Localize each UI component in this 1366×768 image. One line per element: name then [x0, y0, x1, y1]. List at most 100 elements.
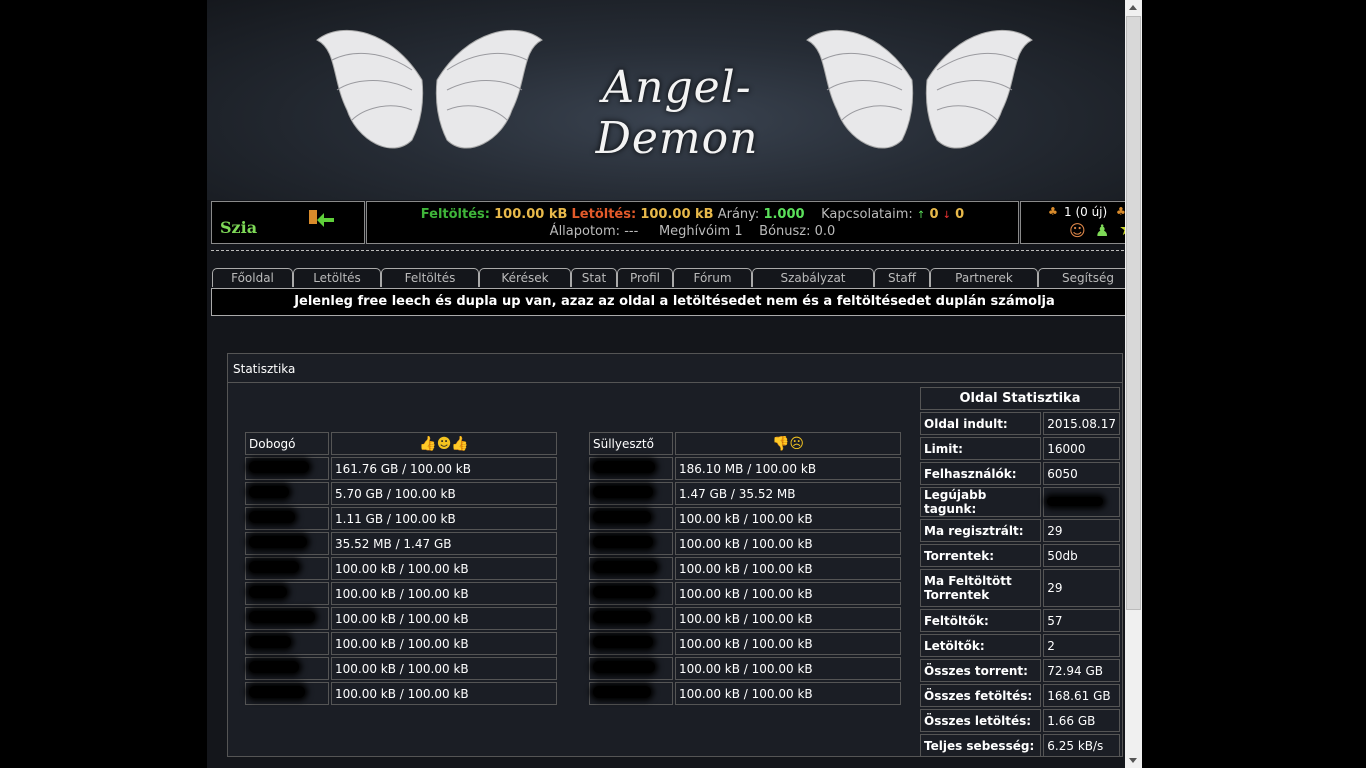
stat-label: Összes fetöltés:	[920, 684, 1042, 707]
ratio-value-cell: 100.00 kB / 100.00 kB	[331, 557, 557, 580]
redaction-mark	[249, 486, 289, 498]
inbox-icon[interactable]: ♣	[1048, 205, 1058, 218]
table-row: Legújabb tagunk:	[920, 487, 1120, 517]
username-redacted[interactable]	[589, 657, 673, 680]
username-redacted[interactable]	[245, 682, 329, 705]
site-stats-table: Oldal Statisztika Oldal indult: 2015.08.1…	[918, 385, 1122, 759]
sinkers-header: Süllyesztő	[589, 432, 673, 455]
stat-label: Letöltők:	[920, 634, 1042, 657]
status-value: ---	[624, 224, 639, 239]
username-redacted[interactable]	[245, 507, 329, 530]
user-greeting-box: Szia	[211, 201, 365, 244]
ratio-value-cell: 100.00 kB / 100.00 kB	[331, 632, 557, 655]
upload-value: 100.00 kB	[494, 207, 568, 222]
username-redacted[interactable]	[589, 557, 673, 580]
table-row: Teljes sebesség: 6.25 kB/s	[920, 734, 1120, 757]
bonus-label[interactable]: Bónusz:	[759, 224, 810, 239]
redaction-mark	[593, 561, 657, 573]
angel-wing-right-icon	[925, 29, 1033, 149]
username-redacted[interactable]	[245, 582, 329, 605]
redaction-mark	[249, 611, 315, 623]
user-messages-box: ♣ 1 (0 új) ♣ 0 ☺ ♟ ★	[1020, 201, 1139, 244]
stat-value	[1043, 487, 1120, 517]
username-redacted[interactable]	[245, 482, 329, 505]
username-redacted[interactable]	[589, 532, 673, 555]
logout-icon[interactable]	[308, 208, 336, 232]
username-redacted[interactable]	[589, 507, 673, 530]
table-header-row: Dobogó 👍☻👍	[245, 432, 557, 455]
scroll-up-arrow-icon[interactable]	[1129, 5, 1137, 10]
redaction-mark	[249, 461, 309, 473]
scrollbar-thumb[interactable]	[1126, 16, 1141, 610]
username-redacted[interactable]	[245, 632, 329, 655]
table-row: Ma Feltöltött Torrentek 29	[920, 569, 1120, 607]
avatar-icon[interactable]: ☺	[1069, 221, 1086, 240]
tab-stat[interactable]: Stat	[571, 268, 617, 287]
stat-value: 6050	[1043, 462, 1120, 485]
redaction-mark	[593, 461, 655, 473]
download-value: 100.00 kB	[640, 207, 714, 222]
username-redacted[interactable]	[245, 607, 329, 630]
redaction-mark	[593, 611, 651, 623]
arrow-up-icon: ↑	[916, 210, 926, 221]
connections-label[interactable]: Kapcsolataim:	[821, 207, 913, 222]
scroll-down-arrow-icon[interactable]	[1129, 758, 1137, 763]
redaction-mark	[249, 686, 305, 698]
stat-label: Feltöltők:	[920, 609, 1042, 632]
panel-divider	[228, 382, 1122, 383]
angel-wing-right-icon	[435, 29, 543, 149]
site-stats-header: Oldal Statisztika	[920, 387, 1120, 410]
username-redacted[interactable]	[245, 557, 329, 580]
table-row: Feltöltők: 57	[920, 609, 1120, 632]
username-redacted[interactable]	[589, 682, 673, 705]
redaction-mark	[249, 511, 295, 523]
username-redacted[interactable]	[589, 482, 673, 505]
tab-szabalyzat[interactable]: Szabályzat	[752, 268, 874, 287]
bonus-value: 0.0	[814, 224, 836, 239]
stat-value: 50db	[1043, 544, 1120, 567]
invites-label[interactable]: Meghívóim	[659, 224, 730, 239]
redaction-mark	[249, 661, 299, 673]
podium-header: Dobogó	[245, 432, 329, 455]
table-row: 100.00 kB / 100.00 kB	[589, 607, 901, 630]
table-row: Összes torrent: 72.94 GB	[920, 659, 1120, 682]
username-redacted[interactable]	[245, 657, 329, 680]
table-row: 186.10 MB / 100.00 kB	[589, 457, 901, 480]
tab-fooldal[interactable]: Főoldal	[212, 268, 293, 287]
table-row: 100.00 kB / 100.00 kB	[245, 607, 557, 630]
page-scrollbar[interactable]	[1125, 0, 1142, 768]
stat-value: 72.94 GB	[1043, 659, 1120, 682]
tab-feltoltes[interactable]: Feltöltés	[381, 268, 479, 287]
table-row: 100.00 kB / 100.00 kB	[245, 657, 557, 680]
username-redacted[interactable]	[589, 457, 673, 480]
ratio-value-cell: 100.00 kB / 100.00 kB	[331, 607, 557, 630]
upload-label: Feltöltés:	[420, 207, 490, 222]
ratio-value-cell: 5.70 GB / 100.00 kB	[331, 482, 557, 505]
tab-staff[interactable]: Staff	[874, 268, 930, 287]
table-row: 100.00 kB / 100.00 kB	[589, 532, 901, 555]
messages-count[interactable]: 1 (0 új)	[1064, 205, 1107, 219]
tab-forum[interactable]: Fórum	[673, 268, 752, 287]
invites-value: 1	[734, 224, 743, 239]
arrow-down-icon: ↓	[942, 210, 952, 221]
tab-segitseg[interactable]: Segítség	[1038, 268, 1138, 287]
stat-label: Limit:	[920, 437, 1042, 460]
username-redacted[interactable]	[245, 457, 329, 480]
angel-wing-left-icon	[806, 29, 914, 149]
tab-keresek[interactable]: Kérések	[479, 268, 571, 287]
friends-icon[interactable]: ♟	[1095, 221, 1109, 240]
username-redacted[interactable]	[245, 532, 329, 555]
username-redacted[interactable]	[589, 607, 673, 630]
username-redacted[interactable]	[589, 632, 673, 655]
user-stats-line-2: Állapotom: --- Meghívóim 1 Bónusz: 0.0	[367, 224, 1018, 239]
username-redacted[interactable]	[589, 582, 673, 605]
tab-letoltes[interactable]: Letöltés	[293, 268, 381, 287]
ratio-value-cell: 100.00 kB / 100.00 kB	[675, 532, 901, 555]
table-row: Összes letöltés: 1.66 GB	[920, 709, 1120, 732]
status-label: Állapotom:	[549, 224, 621, 239]
download-label: Letöltés:	[571, 207, 637, 222]
tab-profil[interactable]: Profil	[617, 268, 673, 287]
tab-partnerek[interactable]: Partnerek	[930, 268, 1038, 287]
stat-value: 16000	[1043, 437, 1120, 460]
ratio-value-cell: 161.76 GB / 100.00 kB	[331, 457, 557, 480]
